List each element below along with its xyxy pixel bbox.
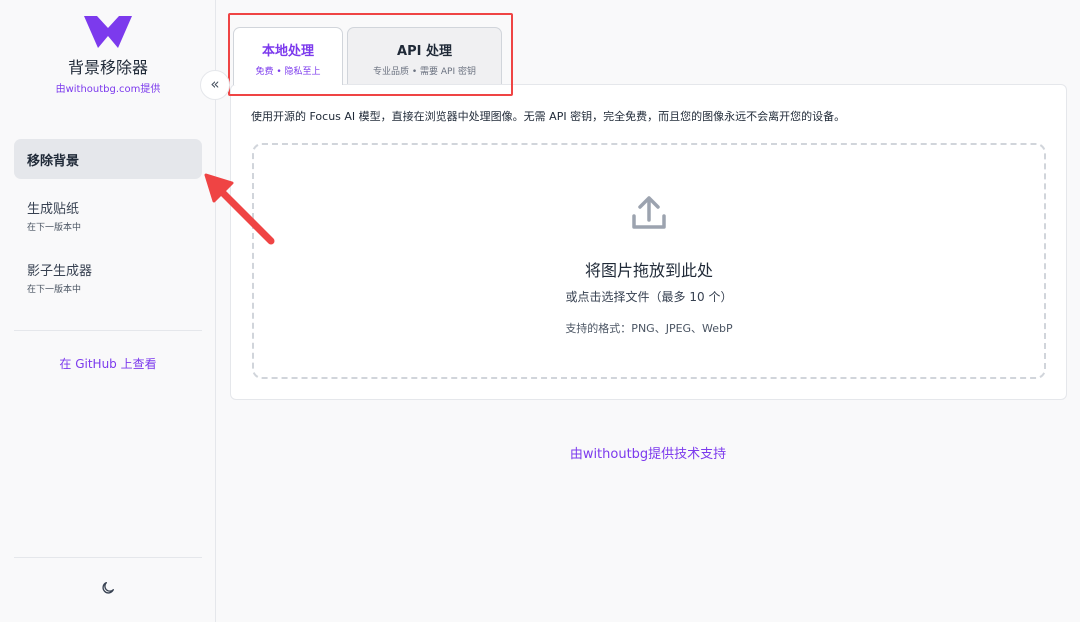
collapse-sidebar-button[interactable]: « bbox=[200, 70, 230, 100]
sidebar-item-label: 影子生成器 bbox=[27, 264, 93, 279]
w-logo-icon bbox=[84, 16, 132, 48]
github-link[interactable]: 在 GitHub 上查看 bbox=[0, 355, 216, 372]
dropzone-subtitle: 或点击选择文件（最多 10 个） bbox=[565, 290, 733, 304]
panel-description: 使用开源的 Focus AI 模型，直接在浏览器中处理图像。无需 API 密钥，… bbox=[251, 110, 846, 123]
dropzone-title: 将图片拖放到此处 bbox=[584, 261, 713, 280]
tab-api-processing[interactable]: API 处理 专业品质 • 需要 API 密钥 bbox=[347, 27, 502, 85]
divider bbox=[14, 330, 202, 331]
tab-title: API 处理 bbox=[397, 44, 452, 59]
app-subtitle-link[interactable]: 由withoutbg.com提供 bbox=[0, 80, 216, 95]
file-dropzone[interactable]: 将图片拖放到此处 或点击选择文件（最多 10 个） 支持的格式：PNG、JPEG… bbox=[252, 143, 1046, 379]
sidebar-item-generate-sticker[interactable]: 生成贴纸 在下一版本中 bbox=[14, 198, 202, 233]
sidebar-item-shadow-generator[interactable]: 影子生成器 在下一版本中 bbox=[14, 260, 202, 295]
sidebar-item-sublabel: 在下一版本中 bbox=[27, 285, 82, 295]
dropzone-formats: 支持的格式：PNG、JPEG、WebP bbox=[565, 322, 733, 335]
upload-icon bbox=[632, 196, 666, 229]
tab-title: 本地处理 bbox=[261, 44, 314, 59]
brand: 背景移除器 由withoutbg.com提供 bbox=[0, 16, 216, 95]
tab-local-processing[interactable]: 本地处理 免费 • 隐私至上 bbox=[233, 27, 343, 85]
sidebar-item-remove-background[interactable]: 移除背景 bbox=[14, 139, 202, 179]
sidebar-item-sublabel: 在下一版本中 bbox=[27, 223, 82, 233]
processing-panel: 使用开源的 Focus AI 模型，直接在浏览器中处理图像。无需 API 密钥，… bbox=[230, 84, 1067, 400]
tab-subtitle: 免费 • 隐私至上 bbox=[255, 67, 321, 77]
sidebar: 背景移除器 由withoutbg.com提供 移除背景 生成贴纸 在下一版本中 … bbox=[0, 0, 216, 622]
divider bbox=[14, 557, 202, 558]
moon-icon bbox=[102, 582, 114, 594]
sidebar-item-label: 生成贴纸 bbox=[27, 202, 80, 217]
footer-credit-link[interactable]: 由withoutbg提供技术支持 bbox=[216, 443, 1080, 462]
annotation-arrow-icon bbox=[204, 173, 275, 245]
theme-toggle-button[interactable] bbox=[96, 576, 120, 600]
tab-subtitle: 专业品质 • 需要 API 密钥 bbox=[373, 67, 476, 77]
app-title: 背景移除器 bbox=[67, 58, 148, 77]
sidebar-item-label: 移除背景 bbox=[27, 153, 80, 169]
